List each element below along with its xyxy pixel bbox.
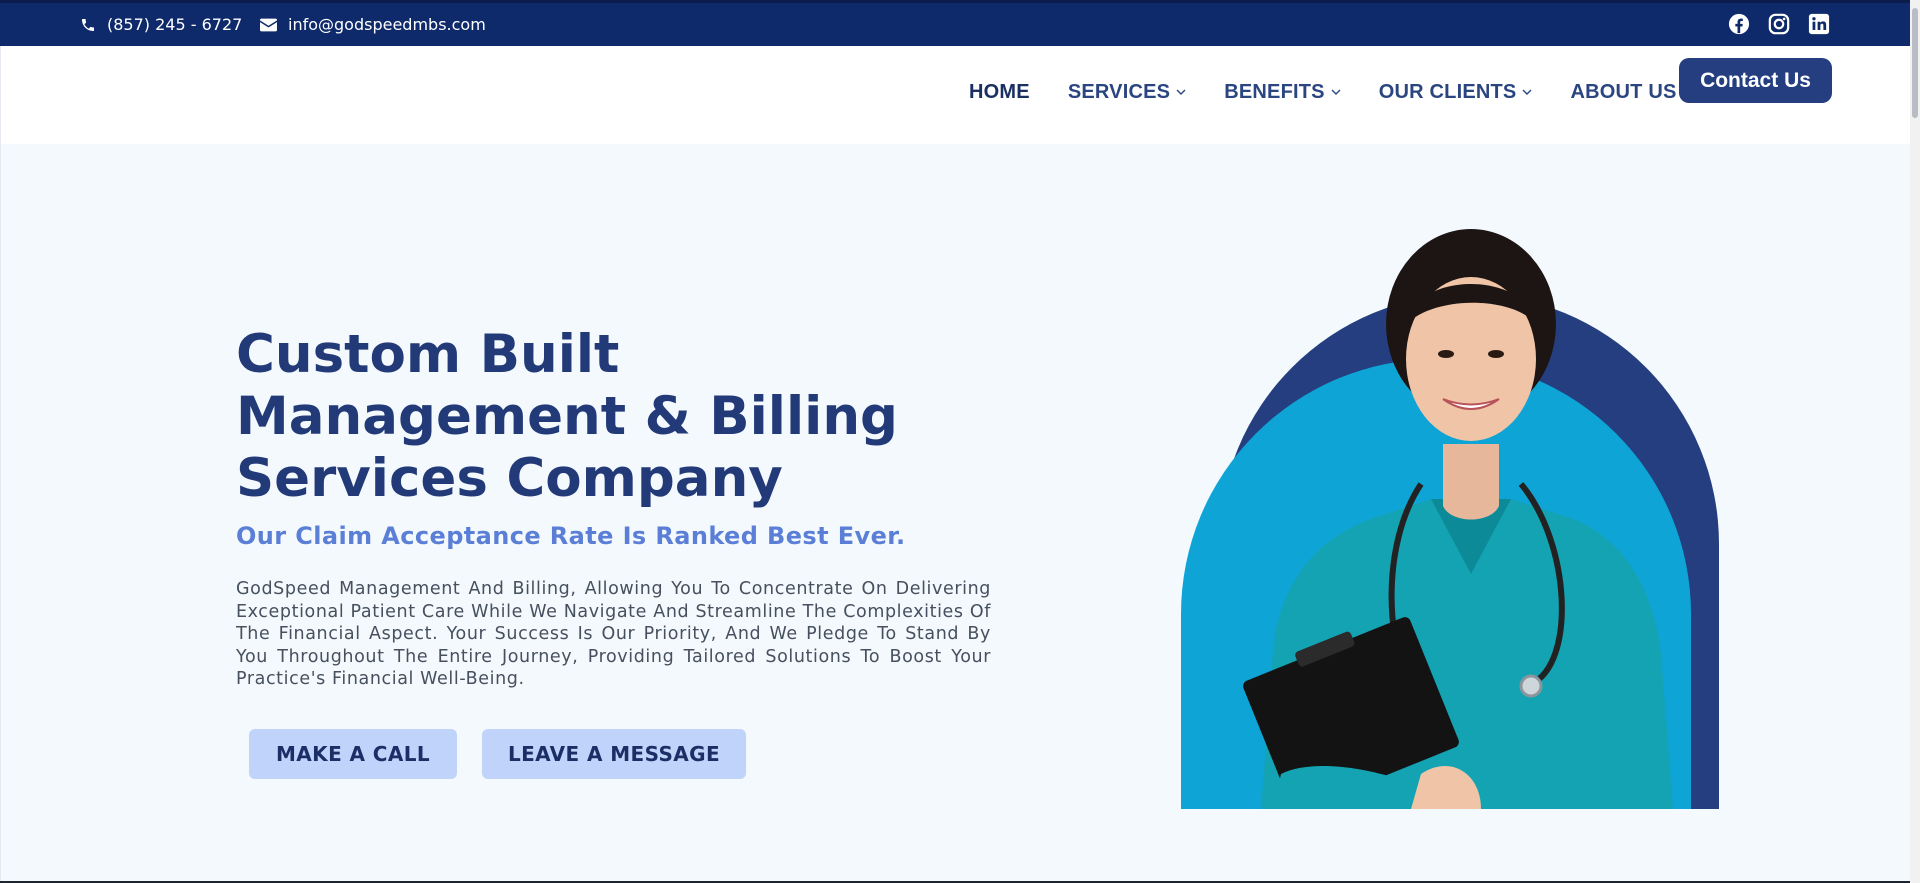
email-address: info@godspeedmbs.com xyxy=(288,15,486,34)
nav-item-services[interactable]: SERVICES xyxy=(1068,81,1186,104)
chevron-down-icon xyxy=(1331,89,1341,95)
phone-number: (857) 245 - 6727 xyxy=(107,15,243,34)
instagram-icon[interactable] xyxy=(1768,13,1790,35)
email-contact[interactable]: info@godspeedmbs.com xyxy=(260,15,486,34)
scrollbar-thumb[interactable] xyxy=(1912,8,1918,118)
contact-us-button[interactable]: Contact Us xyxy=(1679,58,1832,103)
headline-line: Services Company xyxy=(236,448,783,509)
chevron-down-icon xyxy=(1176,89,1186,95)
make-a-call-button[interactable]: MAKE A CALL xyxy=(249,729,457,779)
nav-item-label: SERVICES xyxy=(1067,81,1171,103)
nav-menu: HOME SERVICES BENEFITS OUR CLIENTS ABOUT… xyxy=(969,81,1715,104)
chevron-down-icon xyxy=(1522,89,1532,95)
mail-icon xyxy=(260,18,277,31)
nav-item-benefits[interactable]: BENEFITS xyxy=(1224,81,1341,104)
page-scrollbar[interactable] xyxy=(1910,0,1920,883)
nav-item-label: BENEFITS xyxy=(1224,81,1325,103)
nurse-hero-image xyxy=(1181,229,1719,809)
phone-contact[interactable]: (857) 245 - 6727 xyxy=(80,15,242,34)
facebook-icon[interactable] xyxy=(1728,13,1750,35)
hero-headline: Custom Built Management & Billing Servic… xyxy=(236,324,956,510)
top-bar: (857) 245 - 6727 info@godspeedmbs.com xyxy=(0,0,1910,46)
hero-section: Custom Built Management & Billing Servic… xyxy=(0,144,1910,883)
phone-icon xyxy=(82,18,94,31)
linkedin-icon[interactable] xyxy=(1808,13,1830,35)
hero-subheading: Our Claim Acceptance Rate Is Ranked Best… xyxy=(236,522,906,550)
headline-line: Custom Built xyxy=(236,324,620,385)
main-navigation: HOME SERVICES BENEFITS OUR CLIENTS ABOUT… xyxy=(0,46,1910,144)
headline-line: Management & Billing xyxy=(236,386,898,447)
leave-a-message-button[interactable]: LEAVE A MESSAGE xyxy=(482,729,746,779)
social-links xyxy=(1728,13,1830,35)
nav-item-label: HOME xyxy=(969,81,1030,103)
nav-item-home[interactable]: HOME xyxy=(969,81,1030,104)
nav-item-label: ABOUT US xyxy=(1570,81,1677,103)
nav-item-label: OUR CLIENTS xyxy=(1378,81,1517,103)
nav-item-our-clients[interactable]: OUR CLIENTS xyxy=(1379,81,1533,104)
nav-item-about-us[interactable]: ABOUT US xyxy=(1570,81,1676,104)
hero-description: GodSpeed Management And Billing, Allowin… xyxy=(236,579,991,689)
